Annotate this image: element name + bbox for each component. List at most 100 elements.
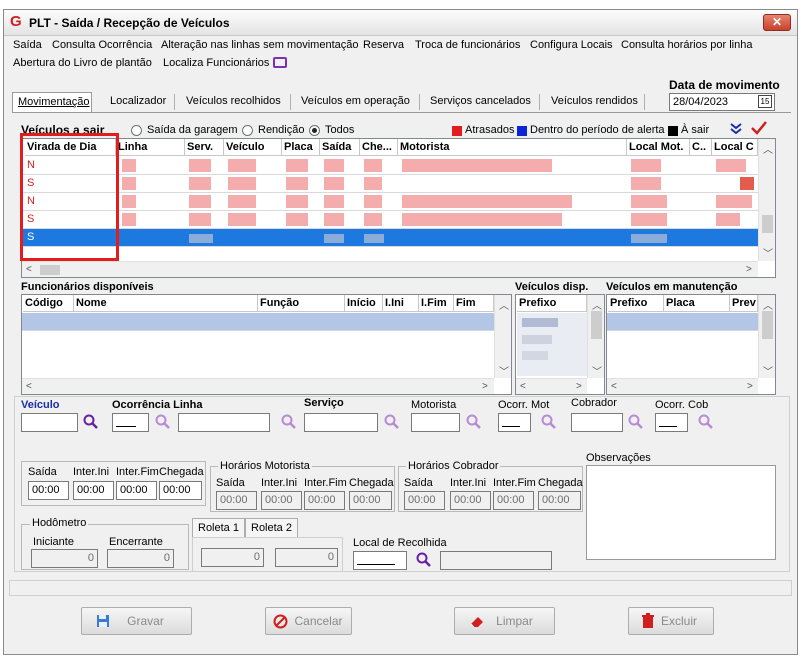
table-row[interactable]: S [22,175,758,193]
scroll-left-icon[interactable]: < [520,381,526,392]
tab-veiculos-recolhidos[interactable]: Veículos recolhidos [186,95,281,107]
inter-fim-input[interactable]: 00:00 [116,481,157,500]
ocorrencia-linha-code[interactable] [112,413,149,432]
data-movimento-field[interactable]: 28/04/2023 15 [669,93,775,111]
radio-rendicao[interactable] [242,125,253,136]
col-fim[interactable]: Fim [454,295,494,312]
monitor-icon[interactable] [273,57,287,68]
local-recolhida-code[interactable] [353,551,407,570]
tab-veiculos-rendidos[interactable]: Veículos rendidos [551,95,638,107]
radio-saida-garagem[interactable] [131,125,142,136]
cobrador-input[interactable] [571,413,623,432]
mot-inter-ini-input[interactable]: 00:00 [261,491,302,510]
table-row[interactable]: S [22,211,758,229]
motorista-input[interactable] [411,413,460,432]
saida-input[interactable]: 00:00 [28,481,69,500]
col-chegada[interactable]: Che... [360,139,398,156]
radio-todos[interactable] [309,125,320,136]
local-recolhida-desc[interactable] [440,551,552,570]
col-local-mot[interactable]: Local Mot. [627,139,690,156]
checkmark-icon[interactable] [750,120,768,136]
col-prev[interactable]: Prev [730,295,758,312]
ocorr-mot-input[interactable] [498,413,531,432]
scroll-right-icon[interactable]: > [746,264,752,275]
menu-consulta-ocorrencia[interactable]: Consulta Ocorrência [52,39,152,51]
tab-localizador[interactable]: Localizador [110,95,166,107]
scroll-up-icon[interactable]: ︿ [763,141,773,156]
veiculo-input[interactable] [21,413,78,432]
scroll-left-icon[interactable]: < [26,381,32,392]
funcionarios-grid[interactable]: Código Nome Função Início I.Ini I.Fim Fi… [21,294,512,395]
tab-veiculos-operacao[interactable]: Veículos em operação [301,95,410,107]
double-chevron-down-icon[interactable] [729,122,743,136]
veiculos-disp-grid[interactable]: Prefixo ︿ ﹀ < > [515,294,605,395]
scroll-right-icon[interactable]: > [576,381,582,392]
table-row[interactable]: N [22,193,758,211]
scroll-thumb[interactable] [40,265,60,275]
menu-abertura-livro[interactable]: Abertura do Livro de plantão [13,57,152,69]
servico-input[interactable] [304,413,378,432]
scroll-down-icon[interactable]: ﹀ [499,363,509,378]
funcionarios-vscroll[interactable]: ︿ ﹀ [494,295,511,378]
roleta-2-input[interactable]: 0 [275,548,338,567]
chegada-input[interactable]: 00:00 [159,481,202,500]
search-icon[interactable] [83,414,99,430]
search-icon[interactable] [628,414,644,430]
observacoes-textarea[interactable] [586,465,776,560]
veiculos-disp-hscroll[interactable]: < > [516,378,587,394]
menu-alteracao-linhas[interactable]: Alteração nas linhas sem movimentação [161,39,358,51]
menu-configura-locais[interactable]: Configura Locais [530,39,613,51]
search-icon[interactable] [698,414,714,430]
mot-inter-fim-input[interactable]: 00:00 [304,491,345,510]
menu-localiza-funcionarios[interactable]: Localiza Funcionários [163,57,269,69]
cob-inter-fim-input[interactable]: 00:00 [493,491,534,510]
cob-inter-ini-input[interactable]: 00:00 [450,491,491,510]
col-c[interactable]: C.. [690,139,712,156]
scroll-thumb[interactable] [762,311,773,339]
veiculos-grid[interactable]: Virada de Dia Linha Serv. Veículo Placa … [21,138,776,278]
gravar-button[interactable]: Gravar [81,607,192,635]
scroll-left-icon[interactable]: < [26,264,32,275]
funcionarios-hscroll[interactable]: < > [22,378,494,394]
col-local-c[interactable]: Local C [712,139,758,156]
menu-consulta-horarios[interactable]: Consulta horários por linha [621,39,752,51]
col-placa[interactable]: Placa [282,139,320,156]
inter-ini-input[interactable]: 00:00 [73,481,114,500]
col-nome[interactable]: Nome [74,295,258,312]
veiculos-hscroll[interactable]: < > [22,261,758,277]
roleta-1-input[interactable]: 0 [201,548,264,567]
scroll-up-icon[interactable]: ︿ [499,297,509,312]
ocorrencia-linha-desc[interactable] [178,413,270,432]
col-veiculo[interactable]: Veículo [224,139,282,156]
search-icon[interactable] [281,414,297,430]
scroll-down-icon[interactable]: ﹀ [763,363,773,378]
search-icon[interactable] [155,414,171,430]
col-linha[interactable]: Linha [116,139,185,156]
scroll-left-icon[interactable]: < [611,381,617,392]
manutencao-grid[interactable]: Prefixo Placa Prev ︿ ﹀ < > [606,294,776,395]
ocorr-cob-input[interactable] [655,413,688,432]
table-row[interactable]: N [22,157,758,175]
cob-saida-input[interactable]: 00:00 [404,491,445,510]
scroll-down-icon[interactable]: ﹀ [763,245,773,260]
mot-saida-input[interactable]: 00:00 [216,491,257,510]
limpar-button[interactable]: Limpar [454,607,555,635]
col-inicio[interactable]: Início [345,295,383,312]
scroll-right-icon[interactable]: > [747,381,753,392]
table-row-selected[interactable]: S [22,229,758,247]
calendar-icon[interactable]: 15 [758,95,772,108]
col-prefixo[interactable]: Prefixo [608,295,664,312]
veiculos-vscroll[interactable]: ︿ ﹀ [758,139,775,261]
col-prefixo[interactable]: Prefixo [517,295,587,312]
col-i-ini[interactable]: I.Ini [383,295,419,312]
menu-saida[interactable]: Saída [13,39,42,51]
table-row-selected[interactable] [607,313,758,331]
col-i-fim[interactable]: I.Fim [419,295,454,312]
search-icon[interactable] [466,414,482,430]
cob-chegada-input[interactable]: 00:00 [538,491,581,510]
col-funcao[interactable]: Função [258,295,345,312]
col-motorista[interactable]: Motorista [398,139,627,156]
scroll-down-icon[interactable]: ﹀ [592,363,602,378]
scroll-thumb[interactable] [762,215,773,233]
col-codigo[interactable]: Código [23,295,74,312]
